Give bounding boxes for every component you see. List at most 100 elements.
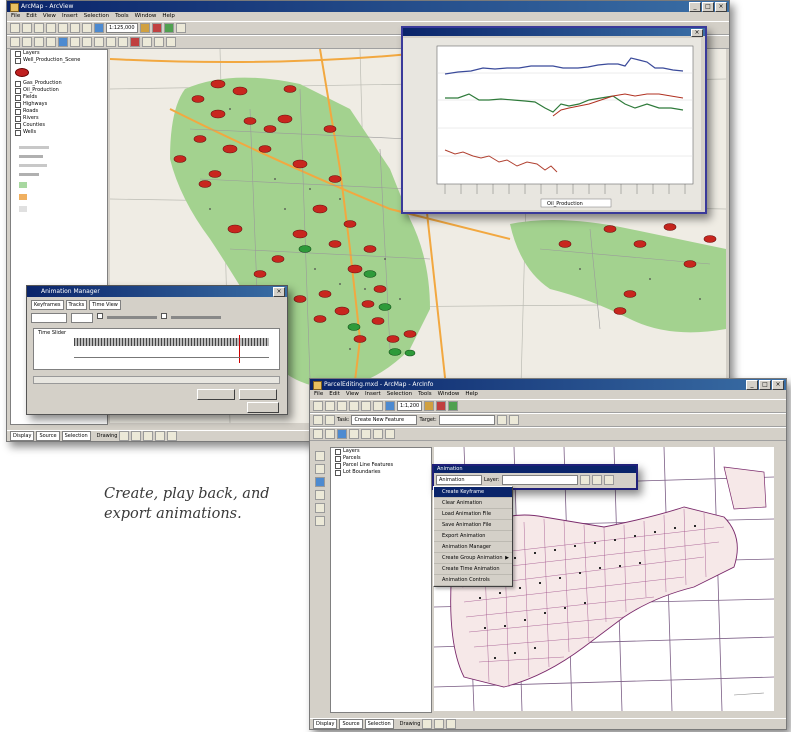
show-time-checkbox[interactable] (97, 313, 103, 319)
help-icon[interactable] (175, 23, 186, 33)
snapping-icon[interactable] (315, 464, 325, 474)
animation-scrollbar[interactable] (33, 376, 280, 384)
select-elements-icon[interactable] (118, 37, 128, 47)
tab-selection[interactable]: Selection (364, 719, 394, 729)
map-scale-select[interactable]: 1:125,000 (106, 23, 138, 33)
toc-item[interactable]: Gas_Production (11, 80, 107, 87)
animation-close-button[interactable] (247, 402, 279, 413)
drawing-menu[interactable]: Drawing (400, 721, 421, 727)
map-scale-select[interactable]: 1:1,200 (397, 401, 423, 411)
menu-item-create-group-animation[interactable]: Create Group Animation ▶ (434, 553, 512, 564)
full-extent-icon[interactable] (349, 429, 359, 439)
toc-item[interactable] (11, 64, 107, 80)
toc-item[interactable]: Highways (11, 101, 107, 108)
new-document-icon[interactable] (10, 23, 20, 33)
tab-source[interactable]: Source (339, 719, 363, 729)
animation-menu-button[interactable]: Animation (436, 475, 482, 485)
graph-close-button[interactable]: × (691, 29, 703, 37)
menu-view[interactable]: View (346, 390, 359, 399)
identify-icon[interactable] (373, 429, 383, 439)
paste-icon[interactable] (82, 23, 92, 33)
zoom-in-icon[interactable] (10, 37, 20, 47)
hyperlink-icon[interactable] (166, 37, 176, 47)
menu-tools[interactable]: Tools (418, 390, 432, 399)
cogo-icon[interactable] (315, 516, 325, 526)
forward-extent-icon[interactable] (94, 37, 104, 47)
close-button[interactable]: × (715, 2, 727, 12)
menu-item-animation-manager[interactable]: Animation Manager (434, 542, 512, 553)
close-button[interactable]: × (772, 380, 784, 390)
toc-item[interactable]: Lot Boundaries (331, 469, 431, 476)
track-select[interactable] (31, 313, 67, 323)
menu-insert[interactable]: Insert (365, 390, 381, 399)
capture-view-icon[interactable] (591, 475, 602, 485)
select-elements-icon[interactable] (422, 719, 433, 729)
rectangle-icon[interactable] (434, 719, 445, 729)
find-icon[interactable] (142, 37, 152, 47)
open-folder-icon[interactable] (325, 401, 335, 411)
tab-keyframes[interactable]: Keyframes (31, 300, 64, 310)
toc-item[interactable]: Well_Production_Scene (11, 57, 107, 64)
menu-view[interactable]: View (43, 12, 56, 21)
select-features-icon[interactable] (106, 37, 116, 47)
add-data-icon[interactable] (94, 23, 104, 33)
editor-icon[interactable] (139, 23, 150, 33)
arctoolbox-icon[interactable] (436, 401, 447, 411)
georeferencing-icon[interactable] (315, 490, 325, 500)
toc-item[interactable]: Oil_Production (11, 87, 107, 94)
menu-file[interactable]: File (11, 12, 20, 21)
print-icon[interactable] (349, 401, 359, 411)
time-track-marker[interactable] (239, 335, 240, 363)
tab-display[interactable]: Display (10, 431, 35, 441)
toc-item[interactable]: Parcel Line Features (331, 462, 431, 469)
menu-selection[interactable]: Selection (84, 12, 109, 21)
identify-icon[interactable] (130, 37, 140, 47)
menu-item-load-animation-file[interactable]: Load Animation File (434, 509, 512, 520)
toc-item[interactable]: Counties (11, 122, 107, 129)
spatial-adjust-icon[interactable] (315, 503, 325, 513)
animation-dialog-close-button[interactable]: × (273, 287, 285, 297)
tab-tracks[interactable]: Tracks (65, 300, 88, 310)
maximize-button[interactable]: □ (702, 2, 714, 12)
fixed-zoom-in-icon[interactable] (34, 37, 44, 47)
play-icon[interactable] (579, 475, 590, 485)
animation-toolbar-title-bar[interactable]: Animation (434, 466, 636, 473)
menu-help[interactable]: Help (465, 390, 478, 399)
save-icon[interactable] (34, 23, 44, 33)
keyframe-select[interactable] (71, 313, 93, 323)
toc-item[interactable]: Roads (11, 108, 107, 115)
text-icon[interactable] (446, 719, 457, 729)
text-icon[interactable] (155, 431, 166, 441)
arctoolbox-icon[interactable] (151, 23, 162, 33)
main-window-title-bar[interactable]: ArcMap - ArcView _ □ × (7, 1, 729, 12)
maximize-button[interactable]: □ (759, 380, 771, 390)
cut-icon[interactable] (58, 23, 68, 33)
edit-tool-icon[interactable] (313, 415, 323, 425)
menu-item-create-keyframe[interactable]: Create Keyframe (434, 487, 512, 498)
copy-icon[interactable] (70, 23, 80, 33)
tab-display[interactable]: Display (313, 719, 338, 729)
pan-icon[interactable] (58, 37, 68, 47)
open-folder-icon[interactable] (22, 23, 32, 33)
catalog-icon[interactable] (163, 23, 174, 33)
menu-window[interactable]: Window (135, 12, 157, 21)
animation-layer-select[interactable] (501, 475, 578, 485)
sketch-properties-icon[interactable] (508, 415, 519, 425)
menu-item-export-animation[interactable]: Export Animation (434, 531, 512, 542)
minimize-button[interactable]: _ (689, 2, 701, 12)
full-extent-icon[interactable] (70, 37, 80, 47)
back-extent-icon[interactable] (82, 37, 92, 47)
font-color-icon[interactable] (167, 431, 178, 441)
rectangle-icon[interactable] (143, 431, 154, 441)
measure-icon[interactable] (385, 429, 395, 439)
menu-edit[interactable]: Edit (329, 390, 340, 399)
print-icon[interactable] (46, 23, 56, 33)
menu-file[interactable]: File (314, 390, 323, 399)
toc-item[interactable]: Rivers (11, 115, 107, 122)
animation-cancel-button[interactable] (239, 389, 277, 400)
menu-insert[interactable]: Insert (62, 12, 78, 21)
toc-layers-root[interactable]: Layers (331, 448, 431, 455)
animation-ok-button[interactable] (197, 389, 235, 400)
tab-selection[interactable]: Selection (61, 431, 91, 441)
sketch-tool-icon[interactable] (325, 415, 335, 425)
